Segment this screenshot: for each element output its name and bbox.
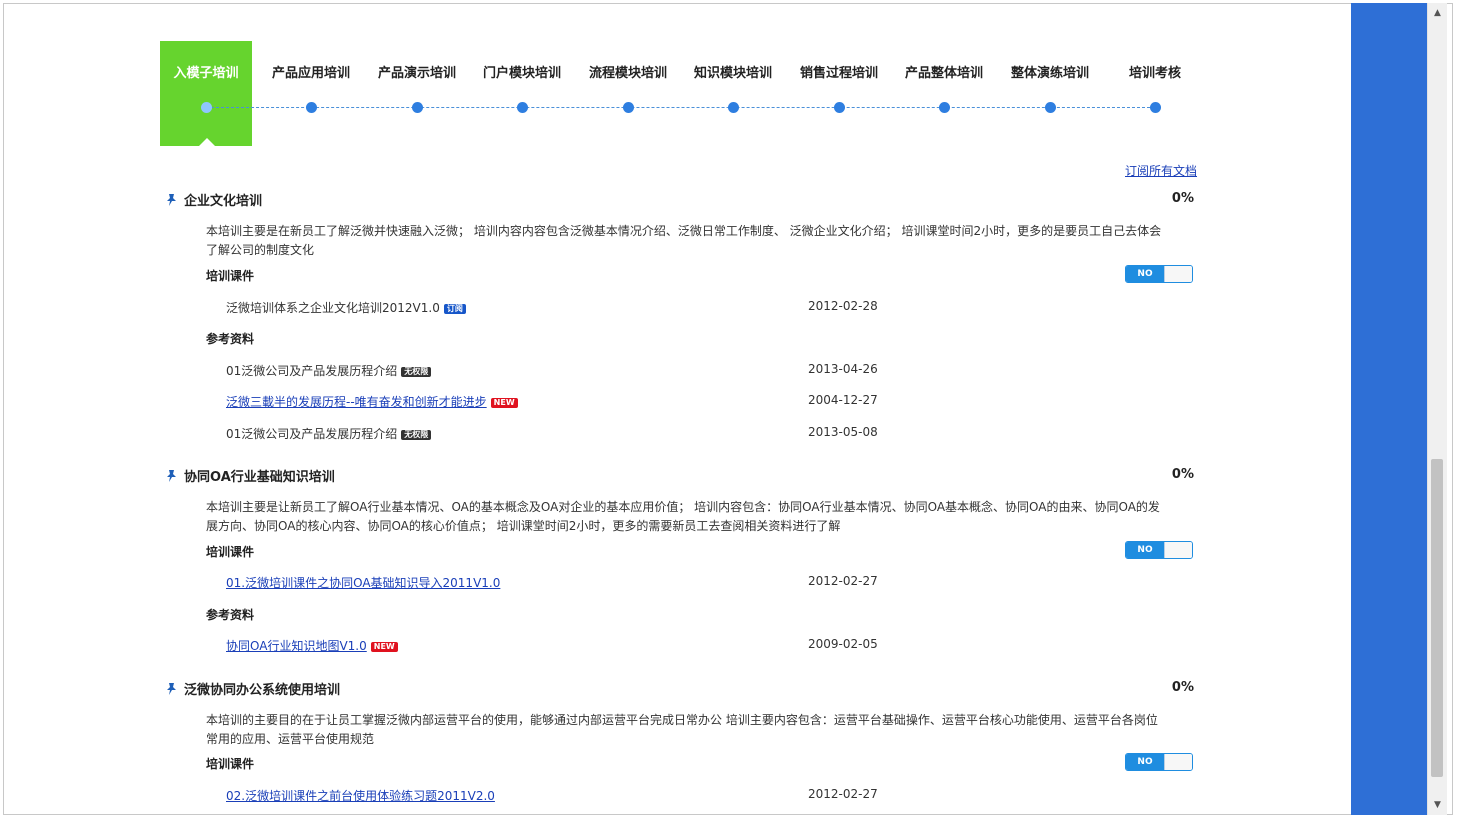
toggle-knob	[1164, 542, 1192, 558]
reference-label: 参考资料	[206, 608, 255, 622]
pin-icon	[167, 683, 176, 695]
toggle-label: NO	[1126, 754, 1164, 770]
tab-knowledge-module[interactable]: 知识模块培训	[678, 62, 788, 82]
timeline-dot[interactable]	[517, 102, 528, 113]
timeline-dot[interactable]	[1045, 102, 1056, 113]
subscribe-toggle[interactable]: NO	[1125, 265, 1193, 283]
reference-label: 参考资料	[206, 332, 255, 346]
courseware-link[interactable]: 01.泛微培训课件之协同OA基础知识导入2011V1.0	[226, 574, 500, 591]
section-progress: 0%	[1171, 191, 1194, 206]
section-title: 泛微协同办公系统使用培训	[166, 679, 340, 698]
toggle-knob	[1164, 754, 1192, 770]
toggle-knob	[1164, 266, 1192, 282]
side-panel	[1351, 3, 1427, 815]
timeline-dot[interactable]	[728, 102, 739, 113]
reference-item: 01泛微公司及产品发展历程介绍 无权限	[226, 425, 432, 442]
file-date: 2012-02-28	[808, 299, 878, 313]
file-date: 2004-12-27	[808, 393, 878, 407]
section-title: 协同OA行业基础知识培训	[166, 466, 335, 485]
section-progress: 0%	[1171, 680, 1194, 695]
timeline-dot[interactable]	[834, 102, 845, 113]
courseware-label: 培训课件	[206, 269, 255, 283]
courseware-item[interactable]: 泛微培训体系之企业文化培训2012V1.0 订阅	[226, 299, 466, 316]
toggle-label: NO	[1126, 266, 1164, 282]
timeline-line	[206, 107, 1155, 108]
section-title-text: 协同OA行业基础知识培训	[184, 470, 335, 485]
file-name[interactable]: 协同OA行业知识地图V1.0	[226, 639, 367, 653]
section-description: 本培训的主要目的在于让员工掌握泛微内部运营平台的使用，能够通过内部运营平台完成日…	[206, 713, 1158, 746]
reference-item: 01泛微公司及产品发展历程介绍 无权限	[226, 362, 432, 379]
tab-product-demo[interactable]: 产品演示培训	[362, 62, 472, 82]
section-description: 本培训主要是在新员工了解泛微并快速融入泛微； 培训内容内容包含泛微基本情况介绍、…	[206, 224, 1162, 257]
scroll-thumb[interactable]	[1431, 459, 1443, 777]
file-name[interactable]: 泛微三載半的发展历程--唯有奋发和创新才能进步	[226, 395, 487, 409]
courseware-label: 培训课件	[206, 757, 255, 771]
file-name: 01泛微公司及产品发展历程介绍	[226, 364, 398, 378]
file-date: 2012-02-27	[808, 787, 878, 801]
timeline-dot[interactable]	[1150, 102, 1161, 113]
subscribe-toggle[interactable]: NO	[1125, 541, 1193, 559]
toggle-label: NO	[1126, 542, 1164, 558]
timeline-dot[interactable]	[939, 102, 950, 113]
timeline-dot[interactable]	[306, 102, 317, 113]
tab-overall-drill[interactable]: 整体演练培训	[995, 62, 1105, 82]
section-title: 企业文化培训	[166, 190, 262, 209]
file-date: 2012-02-27	[808, 574, 878, 588]
subscribe-all-link[interactable]: 订阅所有文档	[1125, 162, 1197, 179]
tab-product-overall[interactable]: 产品整体培训	[889, 62, 999, 82]
active-tab-notch	[198, 138, 216, 147]
file-name[interactable]: 01.泛微培训课件之协同OA基础知识导入2011V1.0	[226, 576, 500, 590]
subscribe-toggle[interactable]: NO	[1125, 753, 1193, 771]
section-progress: 0%	[1171, 467, 1194, 482]
courseware-label: 培训课件	[206, 545, 255, 559]
new-badge: NEW	[370, 642, 398, 652]
file-name: 01泛微公司及产品发展历程介绍	[226, 427, 398, 441]
tab-sales-process[interactable]: 销售过程培训	[784, 62, 894, 82]
file-date: 2013-04-26	[808, 362, 878, 376]
section-description: 本培训主要是让新员工了解OA行业基本情况、OA的基本概念及OA对企业的基本应用价…	[206, 500, 1160, 533]
pin-icon	[167, 470, 176, 482]
no-permission-badge: 无权限	[401, 430, 432, 440]
section-title-text: 泛微协同办公系统使用培训	[184, 683, 341, 698]
timeline-dot[interactable]	[412, 102, 423, 113]
reference-link[interactable]: 泛微三載半的发展历程--唯有奋发和创新才能进步 NEW	[226, 393, 518, 410]
file-date: 2009-02-05	[808, 637, 878, 651]
pin-icon	[167, 194, 176, 206]
timeline-dot[interactable]	[623, 102, 634, 113]
tab-product-application[interactable]: 产品应用培训	[256, 62, 366, 82]
tab-onboarding[interactable]: 入模子培训	[151, 62, 261, 82]
tab-portal-module[interactable]: 门户模块培训	[467, 62, 577, 82]
active-tab-highlight	[160, 41, 252, 146]
tab-workflow-module[interactable]: 流程模块培训	[573, 62, 683, 82]
no-permission-badge: 无权限	[401, 367, 432, 377]
new-badge: NEW	[490, 398, 518, 408]
file-name: 泛微培训体系之企业文化培训2012V1.0	[226, 301, 440, 315]
subscribe-badge[interactable]: 订阅	[443, 304, 466, 314]
scroll-up-icon[interactable]: ▲	[1428, 5, 1447, 21]
scroll-down-icon[interactable]: ▼	[1428, 797, 1447, 813]
file-date: 2013-05-08	[808, 425, 878, 439]
vertical-scrollbar[interactable]: ▲ ▼	[1427, 3, 1447, 815]
tab-assessment[interactable]: 培训考核	[1100, 62, 1210, 82]
section-title-text: 企业文化培训	[184, 194, 263, 209]
file-name[interactable]: 02.泛微培训课件之前台使用体验练习题2011V2.0	[226, 789, 495, 803]
timeline-dot[interactable]	[201, 102, 212, 113]
reference-link[interactable]: 协同OA行业知识地图V1.0 NEW	[226, 637, 398, 654]
courseware-link[interactable]: 02.泛微培训课件之前台使用体验练习题2011V2.0	[226, 787, 495, 804]
